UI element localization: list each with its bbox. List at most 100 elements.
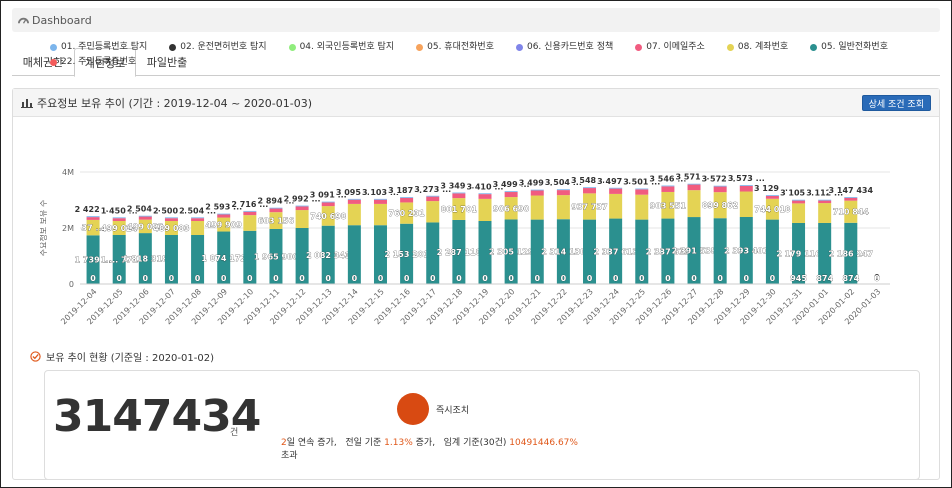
bar-segment: [191, 218, 205, 221]
data-label: 710 844: [833, 208, 870, 217]
prev-day-text: 전일 기준: [345, 438, 382, 448]
threshold-pct: 10491446.67%: [509, 438, 578, 448]
legend-item[interactable]: 05. 휴대전화번호: [416, 40, 494, 55]
bar-segment: [426, 195, 440, 197]
legend-marker: [635, 44, 643, 51]
legend-item[interactable]: 05. 일반전화번호: [810, 40, 888, 55]
bar-segment: [295, 210, 309, 228]
data-label: 603 156: [258, 217, 295, 226]
bar-segment: [765, 195, 779, 196]
data-label: 744 018: [754, 205, 791, 214]
zero-label: 0: [691, 274, 697, 283]
bar-segment: [400, 197, 414, 198]
legend-marker: [288, 44, 296, 51]
bar-segment: [844, 197, 858, 198]
bar-segment: [400, 197, 414, 203]
exceed-text: 초과: [281, 451, 298, 461]
zero-label: 0: [639, 274, 645, 283]
bar-segment: [373, 199, 387, 204]
dashboard-icon: [18, 17, 29, 24]
bar-segment: [765, 195, 779, 199]
zero-label: 0: [143, 274, 149, 283]
bar-chart-icon: [21, 99, 33, 108]
total-label: 3 573 ...: [728, 174, 765, 183]
zero-label: 0: [90, 274, 96, 283]
bar-segment: [635, 189, 649, 195]
y-axis-label: 주요정보 보유 수: [40, 200, 48, 257]
bar-segment: [792, 199, 806, 201]
legend-label: 01. 주민등록번호 탐지: [61, 42, 148, 52]
data-label: 1 818 318: [123, 255, 168, 264]
bar-segment: [86, 217, 100, 220]
legend-marker: [169, 44, 177, 51]
bar-segment: [243, 210, 257, 212]
data-label: 903 551: [650, 201, 687, 210]
bar-segment: [739, 185, 753, 192]
data-label: 760 231: [389, 209, 426, 218]
bar-segment: [321, 202, 335, 207]
bar-segment: [347, 199, 361, 204]
legend-item[interactable]: 02. 운전면허번호 탐지: [169, 40, 267, 55]
zero-label: 0: [430, 274, 436, 283]
holding-trend-title: 보유 추이 현황 (기준일 : 2020-01-02): [46, 353, 214, 364]
data-label: 2 287 118: [437, 248, 482, 257]
legend-label: 04. 외국인등록번호 탐지: [299, 42, 395, 52]
consecutive-text: 일 연속 증가,: [286, 438, 337, 448]
data-label: 2 305 129: [489, 248, 534, 257]
threshold-text: 임계 기준(30건): [443, 438, 507, 448]
zero-label: 945: [790, 274, 807, 283]
bar-segment: [583, 187, 597, 189]
legend-item[interactable]: 07. 이메일주소: [635, 40, 705, 55]
data-label: 499 909: [206, 221, 243, 230]
data-label: 906 690: [493, 204, 530, 213]
prev-day-suffix: 증가,: [415, 438, 436, 448]
zero-label: 0: [195, 274, 201, 283]
legend-item[interactable]: 01. 주민등록번호 탐지: [50, 40, 147, 55]
data-label: 937 737: [571, 202, 607, 211]
dashboard-title: Dashboard: [32, 13, 92, 27]
legend-marker: [50, 44, 57, 51]
zero-label: 0: [325, 274, 331, 283]
legend-item[interactable]: 08. 계좌번호: [726, 40, 789, 55]
bar-segment: [818, 200, 832, 204]
bar-segment: [818, 203, 832, 223]
bar-segment: [426, 201, 440, 223]
bar-segment: [138, 215, 152, 217]
bar-segment: [86, 216, 100, 218]
total-label: 3 147 434: [829, 186, 874, 195]
legend-label: 08. 계좌번호: [737, 42, 789, 52]
zero-label: 0: [352, 274, 358, 283]
bar-segment: [739, 191, 753, 217]
data-label: 740 698: [310, 212, 347, 221]
bar-segment: [373, 203, 387, 226]
data-label: 1 965 900: [254, 252, 299, 261]
legend-item[interactable]: 22. 주민등록증번호: [50, 55, 136, 70]
bar-segment: [478, 194, 492, 199]
legend-item[interactable]: 04. 외국인등록번호 탐지: [288, 40, 395, 55]
status-label: 즉시조치: [436, 406, 470, 416]
bar-segment: [164, 217, 178, 219]
legend-marker: [416, 44, 424, 51]
zero-label: 0: [273, 274, 279, 283]
legend-label: 05. 일반전화번호: [821, 42, 888, 52]
bar-segment: [687, 190, 701, 218]
y-tick-label: 2M: [62, 224, 74, 233]
bar-segment: [504, 191, 518, 193]
bar-segment: [661, 186, 675, 192]
zero-label: 0: [534, 274, 540, 283]
check-circle-icon: [30, 351, 41, 362]
zero-label: 0: [874, 274, 880, 283]
bar-segment: [635, 188, 649, 190]
legend-marker: [515, 44, 523, 51]
legend-label: 05. 휴대전화번호: [427, 42, 494, 52]
data-label: 2 082 343: [306, 251, 351, 260]
legend-item[interactable]: 06. 신용카드번호 정책: [515, 40, 613, 55]
detail-search-button[interactable]: 상세 조건 조회: [861, 95, 931, 111]
bar-segment: [269, 208, 283, 213]
data-label: 2 337 613: [593, 247, 638, 256]
legend-label: 22. 주민등록증번호: [61, 57, 137, 67]
bar-segment: [556, 189, 570, 191]
bar-segment: [478, 193, 492, 195]
summary-card: 3147434 건 즉시조치 2일 연속 증가, 전일 기준 1.13% 증가,…: [44, 370, 920, 480]
bar-segment: [792, 203, 806, 223]
